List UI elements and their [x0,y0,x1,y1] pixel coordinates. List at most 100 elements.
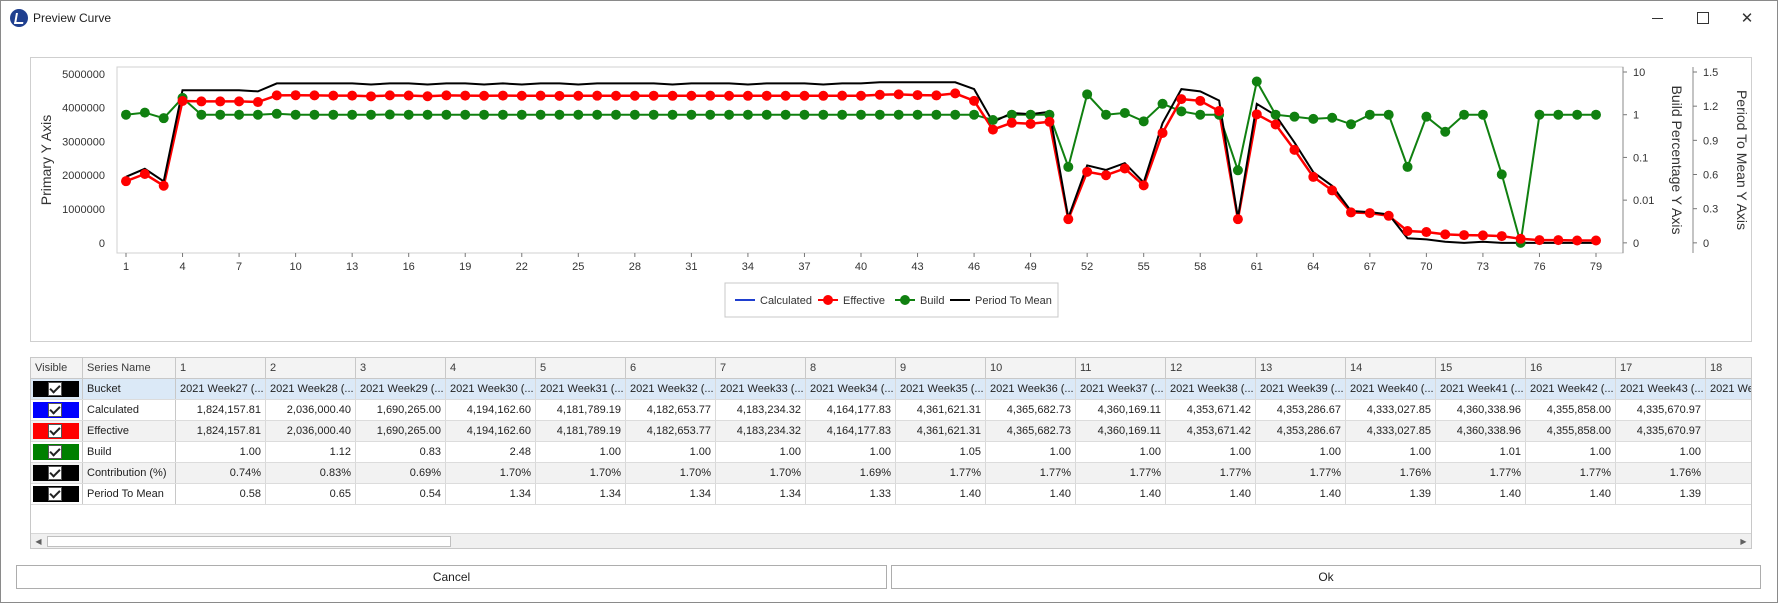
grid-cell[interactable]: 1.70% [446,463,536,483]
visible-checkbox[interactable] [48,487,62,501]
grid-cell[interactable]: 4,181,789.19 [536,400,626,420]
grid-cell[interactable]: 1.76% [1616,463,1706,483]
grid-cell[interactable]: 2021 Wee [1706,379,1751,399]
grid-cell[interactable]: 1.70% [626,463,716,483]
visible-cell[interactable] [31,442,83,462]
grid-cell[interactable]: 1.00 [1166,442,1256,462]
column-header-period[interactable]: 11 [1076,358,1166,379]
grid-cell[interactable]: 4,164,177.83 [806,421,896,441]
grid-cell[interactable]: 1,690,265.00 [356,400,446,420]
table-row[interactable]: Bucket 2021 Week27 (... 2021 Week28 (... 20… [31,379,1751,400]
close-icon[interactable]: ✕ [1725,1,1769,35]
grid-cell[interactable]: 0.74% [176,463,266,483]
grid-cell[interactable]: 1.00 [1526,442,1616,462]
column-header-period[interactable]: 5 [536,358,626,379]
grid-cell[interactable]: 1.01 [1436,442,1526,462]
grid-cell[interactable]: 1.00 [986,442,1076,462]
grid-cell[interactable]: 4,365,682.73 [986,421,1076,441]
column-header-period[interactable]: 16 [1526,358,1616,379]
grid-cell[interactable]: 1.00 [536,442,626,462]
grid-cell[interactable]: 2021 Week39 (... [1256,379,1346,399]
grid-cell[interactable]: 1,690,265.00 [356,421,446,441]
table-row[interactable]: Calculated 1,824,157.81 2,036,000.40 1,690,… [31,400,1751,421]
grid-cell[interactable]: 1.39 [1346,484,1436,504]
column-header-period[interactable]: 8 [806,358,896,379]
grid-cell[interactable]: 1.00 [1616,442,1706,462]
column-header-period[interactable]: 3 [356,358,446,379]
grid-cell[interactable]: 4,333,027.85 [1346,421,1436,441]
grid-cell[interactable]: 1.39 [1616,484,1706,504]
grid-cell[interactable]: 2.48 [446,442,536,462]
column-header-period[interactable]: 6 [626,358,716,379]
grid-cell[interactable]: 4,182,653.77 [626,421,716,441]
grid-cell[interactable]: 0.69% [356,463,446,483]
column-header-series-name[interactable]: Series Name [83,358,176,379]
grid-cell[interactable]: 4,355,858.00 [1526,421,1616,441]
column-header-period[interactable]: 14 [1346,358,1436,379]
visible-cell[interactable] [31,484,83,504]
grid-cell[interactable]: 1.77% [986,463,1076,483]
column-header-period[interactable]: 2 [266,358,356,379]
visible-checkbox[interactable] [48,403,62,417]
grid-cell[interactable]: 4,360,338.96 [1436,400,1526,420]
grid-cell[interactable]: 2021 Week28 (... [266,379,356,399]
grid-cell[interactable]: 1.00 [1076,442,1166,462]
column-header-period[interactable]: 1 [176,358,266,379]
grid-cell[interactable]: 4,164,177.83 [806,400,896,420]
grid-cell[interactable]: 4,365,682.73 [986,400,1076,420]
minimize-icon[interactable] [1635,1,1679,35]
grid-cell[interactable]: 4,335,670.97 [1616,400,1706,420]
grid-cell[interactable]: 2021 Week37 (... [1076,379,1166,399]
grid-cell[interactable]: 1.77% [1166,463,1256,483]
grid-cell[interactable]: 4,353,671.42 [1166,400,1256,420]
grid-cell[interactable]: 4,183,234.32 [716,421,806,441]
grid-cell[interactable]: 1.34 [536,484,626,504]
grid-cell[interactable]: 4,358 [1706,421,1751,441]
grid-cell[interactable]: 4,194,162.60 [446,421,536,441]
visible-cell[interactable] [31,421,83,441]
grid-cell[interactable]: 4,353,286.67 [1256,400,1346,420]
grid-cell[interactable]: 2021 Week40 (... [1346,379,1436,399]
maximize-icon[interactable] [1681,1,1725,35]
scroll-right-icon[interactable]: ▶ [1736,534,1751,548]
grid-cell[interactable]: 1.77% [1526,463,1616,483]
grid-cell[interactable]: 1.40 [986,484,1076,504]
grid-cell[interactable]: 4,361,621.31 [896,400,986,420]
grid-cell[interactable]: 2021 Week30 (... [446,379,536,399]
grid-cell[interactable]: 0.83 [356,442,446,462]
grid-cell[interactable]: 1.34 [626,484,716,504]
grid-cell[interactable]: 2021 Week38 (... [1166,379,1256,399]
column-header-period[interactable]: 4 [446,358,536,379]
column-header-period[interactable]: 18 [1706,358,1751,379]
grid-cell[interactable]: 1.77% [1436,463,1526,483]
grid-cell[interactable]: 1.70% [716,463,806,483]
column-header-visible[interactable]: Visible [31,358,83,379]
grid-cell[interactable]: 2021 Week34 (... [806,379,896,399]
grid-cell[interactable]: 1.70% [536,463,626,483]
grid-cell[interactable]: 1.05 [896,442,986,462]
scroll-left-icon[interactable]: ◀ [31,534,46,548]
visible-checkbox[interactable] [48,445,62,459]
grid-cell[interactable]: 1.33 [806,484,896,504]
grid-cell[interactable]: 2021 Week42 (... [1526,379,1616,399]
visible-cell[interactable] [31,400,83,420]
grid-cell[interactable]: 0.58 [176,484,266,504]
grid-cell[interactable]: 1.34 [446,484,536,504]
column-header-period[interactable]: 12 [1166,358,1256,379]
grid-cell[interactable]: 2021 Week35 (... [896,379,986,399]
grid-cell[interactable]: 1,824,157.81 [176,400,266,420]
grid-cell[interactable]: 1.40 [896,484,986,504]
grid-cell[interactable]: 1.12 [266,442,356,462]
grid-cell[interactable]: 4,360,169.11 [1076,421,1166,441]
table-row[interactable]: Effective 1,824,157.81 2,036,000.40 1,690,2… [31,421,1751,442]
column-header-period[interactable]: 7 [716,358,806,379]
grid-cell[interactable] [1706,442,1751,462]
grid-cell[interactable]: 4,333,027.85 [1346,400,1436,420]
grid-cell[interactable]: 2021 Week36 (... [986,379,1076,399]
grid-cell[interactable]: 1.00 [176,442,266,462]
column-header-period[interactable]: 13 [1256,358,1346,379]
visible-checkbox[interactable] [48,382,62,396]
grid-cell[interactable]: 2021 Week41 (... [1436,379,1526,399]
grid-cell[interactable]: 1.40 [1256,484,1346,504]
grid-cell[interactable]: 0.54 [356,484,446,504]
